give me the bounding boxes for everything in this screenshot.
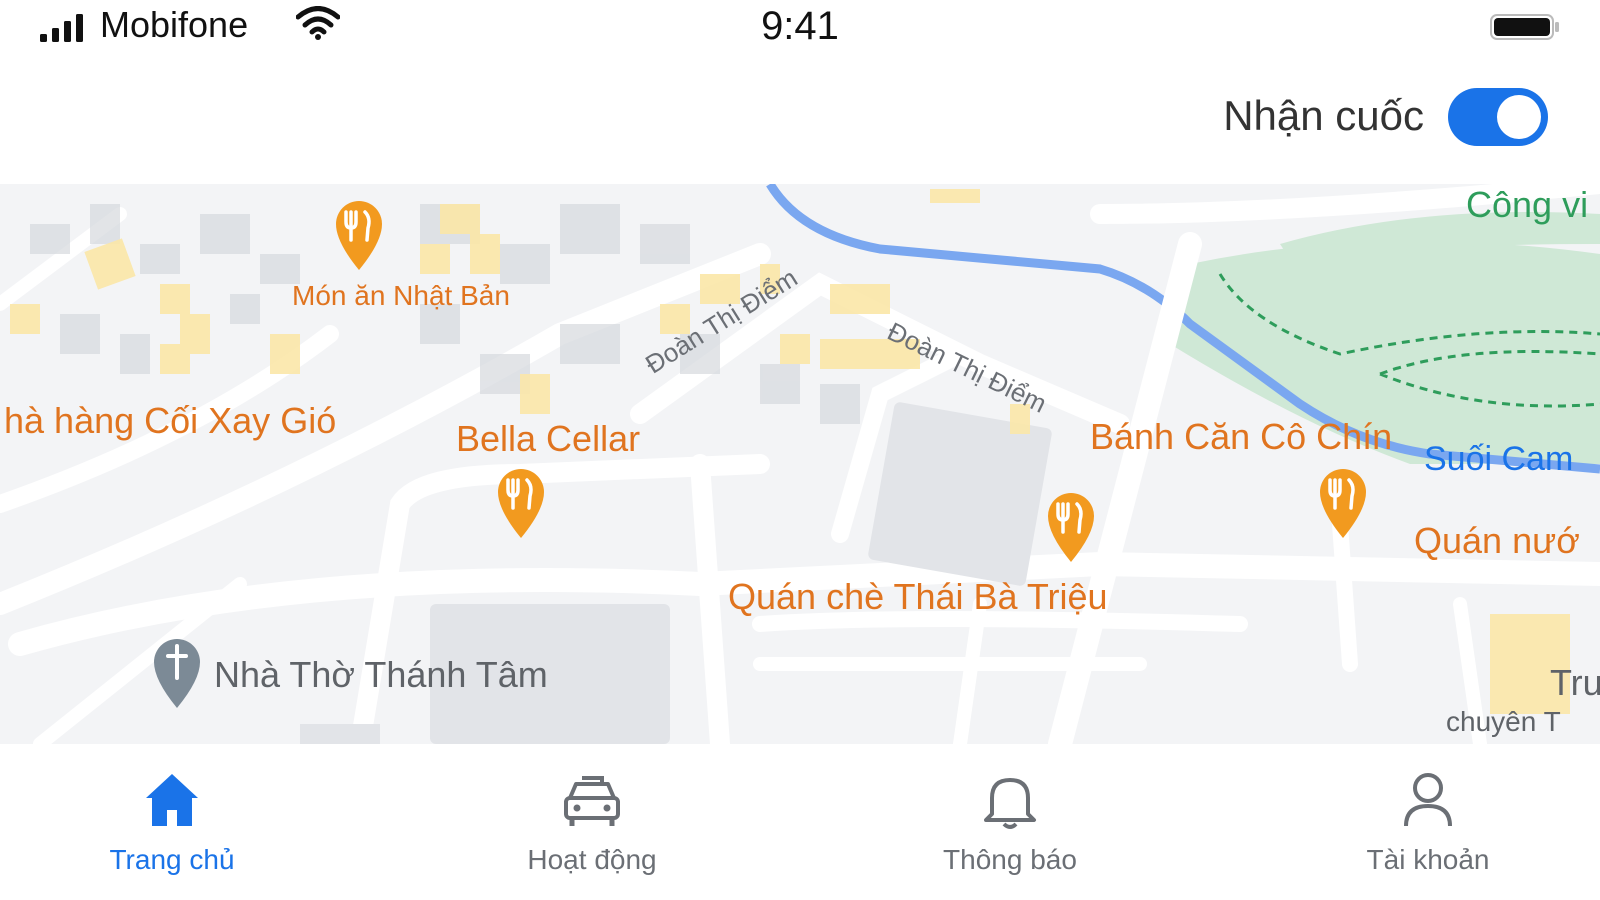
map-view[interactable]: Món ăn Nhật Bản hà hàng Cối Xay Gió Bell… <box>0 184 1600 744</box>
restaurant-pin-icon[interactable] <box>1316 466 1370 540</box>
accept-rides-toggle[interactable] <box>1448 88 1548 146</box>
poi-label-tru: Tru <box>1550 662 1600 703</box>
accept-rides-label: Nhận cuốc <box>1223 92 1424 139</box>
nav-label-home: Trang chủ <box>109 844 235 875</box>
river-label-suoi-cam: Suối Cam <box>1424 440 1574 478</box>
nav-label-account: Tài khoản <box>1366 844 1490 875</box>
home-icon <box>146 774 198 826</box>
poi-label-bella-cellar: Bella Cellar <box>456 418 641 459</box>
nav-tab-notifications[interactable]: Thông báo <box>910 744 1110 900</box>
restaurant-pin-icon[interactable] <box>1044 490 1098 564</box>
battery-icon <box>1490 14 1559 40</box>
poi-label-nha-tho: Nhà Thờ Thánh Tâm <box>214 654 548 695</box>
nav-label-activity: Hoạt động <box>527 844 657 875</box>
nav-label-notifications: Thông báo <box>943 844 1077 875</box>
poi-label-coi-xay-gio: hà hàng Cối Xay Gió <box>4 400 337 441</box>
restaurant-pin-icon[interactable] <box>332 198 386 272</box>
nav-tab-account[interactable]: Tài khoản <box>1328 744 1528 900</box>
car-icon <box>564 776 620 826</box>
park-label: Công vi <box>1466 184 1589 225</box>
nav-tab-activity[interactable]: Hoạt động <box>492 744 692 900</box>
poi-label-mon-an: Món ăn Nhật Bản <box>292 280 510 311</box>
status-bar: Mobifone 9:41 <box>0 0 1600 56</box>
bell-icon <box>984 778 1036 829</box>
nav-tab-home[interactable]: Trang chủ <box>72 744 272 900</box>
poi-label-chuyen: chuyên T <box>1446 706 1561 737</box>
poi-label-quan-che: Quán chè Thái Bà Triệu <box>728 576 1108 617</box>
clock: 9:41 <box>761 4 839 48</box>
poi-label-banh-can: Bánh Căn Cô Chín <box>1090 416 1393 457</box>
bottom-navigation: Trang chủ Hoạt động Thông báo Tài khoản <box>0 744 1600 900</box>
poi-label-quan-nuoc: Quán nướ <box>1414 520 1580 561</box>
church-pin-icon[interactable] <box>150 636 204 710</box>
user-icon <box>1404 773 1452 827</box>
toggle-knob <box>1497 95 1541 139</box>
restaurant-pin-icon[interactable] <box>494 466 548 540</box>
